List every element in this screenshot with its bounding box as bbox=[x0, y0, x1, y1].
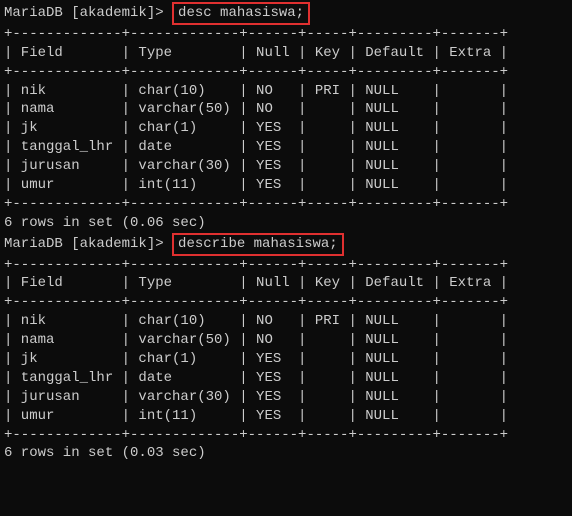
prompt-line-2[interactable]: MariaDB [akademik]> describe mahasiswa; bbox=[0, 233, 572, 256]
table-sep: +-------------+-------------+------+----… bbox=[0, 293, 572, 312]
result-footer: 6 rows in set (0.03 sec) bbox=[0, 444, 572, 463]
table-row: | nik | char(10) | NO | PRI | NULL | | bbox=[0, 82, 572, 101]
table-sep: +-------------+-------------+------+----… bbox=[0, 195, 572, 214]
table-row: | nama | varchar(50) | NO | | NULL | | bbox=[0, 331, 572, 350]
result-footer: 6 rows in set (0.06 sec) bbox=[0, 214, 572, 233]
command-text-1: desc mahasiswa; bbox=[178, 5, 304, 21]
prompt-text: MariaDB [akademik]> bbox=[4, 236, 164, 252]
prompt-text: MariaDB [akademik]> bbox=[4, 5, 164, 21]
table-row: | tanggal_lhr | date | YES | | NULL | | bbox=[0, 138, 572, 157]
table-row: | jurusan | varchar(30) | YES | | NULL |… bbox=[0, 157, 572, 176]
table-header: | Field | Type | Null | Key | Default | … bbox=[0, 274, 572, 293]
command-text-2: describe mahasiswa; bbox=[178, 236, 338, 252]
table-row: | nama | varchar(50) | NO | | NULL | | bbox=[0, 100, 572, 119]
table-header: | Field | Type | Null | Key | Default | … bbox=[0, 44, 572, 63]
prompt-line-1[interactable]: MariaDB [akademik]> desc mahasiswa; bbox=[0, 2, 572, 25]
command-highlight-2: describe mahasiswa; bbox=[172, 233, 344, 256]
table-row: | tanggal_lhr | date | YES | | NULL | | bbox=[0, 369, 572, 388]
table-sep: +-------------+-------------+------+----… bbox=[0, 63, 572, 82]
table-sep: +-------------+-------------+------+----… bbox=[0, 25, 572, 44]
table-row: | jk | char(1) | YES | | NULL | | bbox=[0, 119, 572, 138]
table-row: | umur | int(11) | YES | | NULL | | bbox=[0, 176, 572, 195]
table-row: | jk | char(1) | YES | | NULL | | bbox=[0, 350, 572, 369]
table-sep: +-------------+-------------+------+----… bbox=[0, 256, 572, 275]
command-highlight-1: desc mahasiswa; bbox=[172, 2, 310, 25]
terminal: MariaDB [akademik]> desc mahasiswa; +---… bbox=[0, 0, 572, 463]
table-row: | nik | char(10) | NO | PRI | NULL | | bbox=[0, 312, 572, 331]
table-sep: +-------------+-------------+------+----… bbox=[0, 426, 572, 445]
table-row: | jurusan | varchar(30) | YES | | NULL |… bbox=[0, 388, 572, 407]
table-row: | umur | int(11) | YES | | NULL | | bbox=[0, 407, 572, 426]
